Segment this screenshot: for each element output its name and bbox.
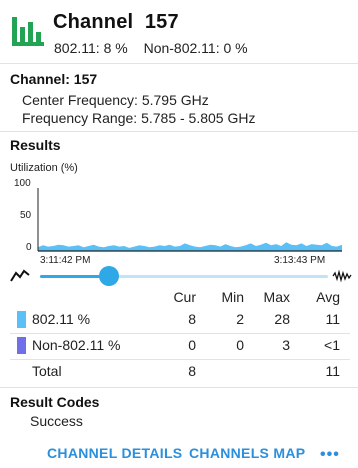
frequency-range: Frequency Range: 5.785 - 5.805 GHz [22, 110, 256, 126]
channel-details-button[interactable]: CHANNEL DETAILS [47, 445, 182, 461]
channel-info-heading: Channel: 157 [10, 71, 98, 87]
col-header-max: Max [263, 289, 290, 305]
divider [0, 63, 358, 64]
title-channel: 157 [144, 11, 179, 33]
page-title: Channel 157 [53, 11, 179, 34]
time-end: 3:13:43 PM [274, 255, 326, 266]
time-start: 3:11:42 PM [40, 255, 91, 266]
table-row: 802.11 % 8 2 28 11 [10, 306, 350, 334]
col-header-min: Min [221, 289, 244, 305]
series-area-0 [38, 242, 342, 251]
table-row: Non-802.11 % 0 0 3 <1 [10, 332, 350, 360]
legend-swatch-80211 [17, 311, 26, 328]
bar-chart-icon [12, 17, 44, 46]
header-summary: 802.11: 8 % Non-802.11: 0 % [54, 40, 260, 56]
divider [0, 131, 358, 132]
result-code-value: Success [30, 413, 83, 429]
col-header-cur: Cur [173, 289, 196, 305]
more-options-icon[interactable]: ••• [320, 446, 340, 464]
channels-map-button[interactable]: CHANNELS MAP [189, 445, 305, 461]
results-heading: Results [10, 137, 61, 153]
divider [0, 387, 358, 388]
result-codes-heading: Result Codes [10, 394, 100, 410]
title-prefix: Channel [53, 11, 134, 33]
time-slider-thumb[interactable] [99, 266, 120, 286]
center-frequency: Center Frequency: 5.795 GHz [22, 92, 209, 108]
chart-y-label: Utilization (%) [10, 162, 78, 174]
col-header-avg: Avg [316, 289, 340, 305]
zoom-in-wave-icon[interactable] [332, 269, 352, 283]
non-wifi-utilization: Non-802.11: 0 % [143, 40, 248, 56]
table-row-total: Total 8 11 [32, 363, 340, 379]
wifi-utilization: 802.11: 8 % [54, 40, 128, 56]
zoom-out-wave-icon[interactable] [10, 269, 30, 283]
legend-swatch-non-80211 [17, 337, 26, 354]
utilization-chart [37, 188, 342, 252]
